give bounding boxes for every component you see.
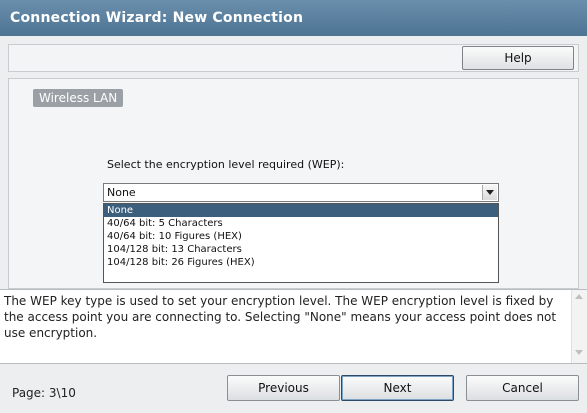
- description-text: The WEP key type is used to set your enc…: [4, 294, 557, 340]
- help-button[interactable]: Help: [462, 46, 574, 70]
- chevron-down-icon[interactable]: [482, 185, 497, 200]
- section-tag-wireless-lan: Wireless LAN: [33, 89, 124, 107]
- encryption-select[interactable]: None: [103, 183, 499, 202]
- encryption-selected-value: None: [107, 186, 136, 199]
- connection-wizard-window: Connection Wizard: New Connection Help W…: [0, 0, 587, 413]
- window-title: Connection Wizard: New Connection: [0, 0, 587, 36]
- page-indicator: Page: 3\10: [12, 386, 76, 400]
- wizard-footer: Page: 3\10 Previous Next Cancel: [0, 364, 587, 413]
- encryption-option-104-128-hex[interactable]: 104/128 bit: 26 Figures (HEX): [104, 256, 498, 269]
- encryption-option-104-128-chars[interactable]: 104/128 bit: 13 Characters: [104, 243, 498, 256]
- previous-button[interactable]: Previous: [227, 375, 340, 401]
- cancel-button[interactable]: Cancel: [466, 375, 579, 401]
- encryption-prompt: Select the encryption level required (WE…: [107, 158, 345, 171]
- encryption-dropdown-list: None 40/64 bit: 5 Characters 40/64 bit: …: [103, 203, 499, 283]
- encryption-option-40-64-chars[interactable]: 40/64 bit: 5 Characters: [104, 217, 498, 230]
- description-scrollbar[interactable]: [571, 290, 587, 363]
- description-box: The WEP key type is used to set your enc…: [0, 289, 587, 364]
- encryption-option-none[interactable]: None: [104, 204, 498, 217]
- encryption-option-40-64-hex[interactable]: 40/64 bit: 10 Figures (HEX): [104, 230, 498, 243]
- next-button[interactable]: Next: [341, 375, 454, 401]
- scroll-up-icon[interactable]: [575, 294, 583, 299]
- scroll-down-icon[interactable]: [575, 350, 583, 355]
